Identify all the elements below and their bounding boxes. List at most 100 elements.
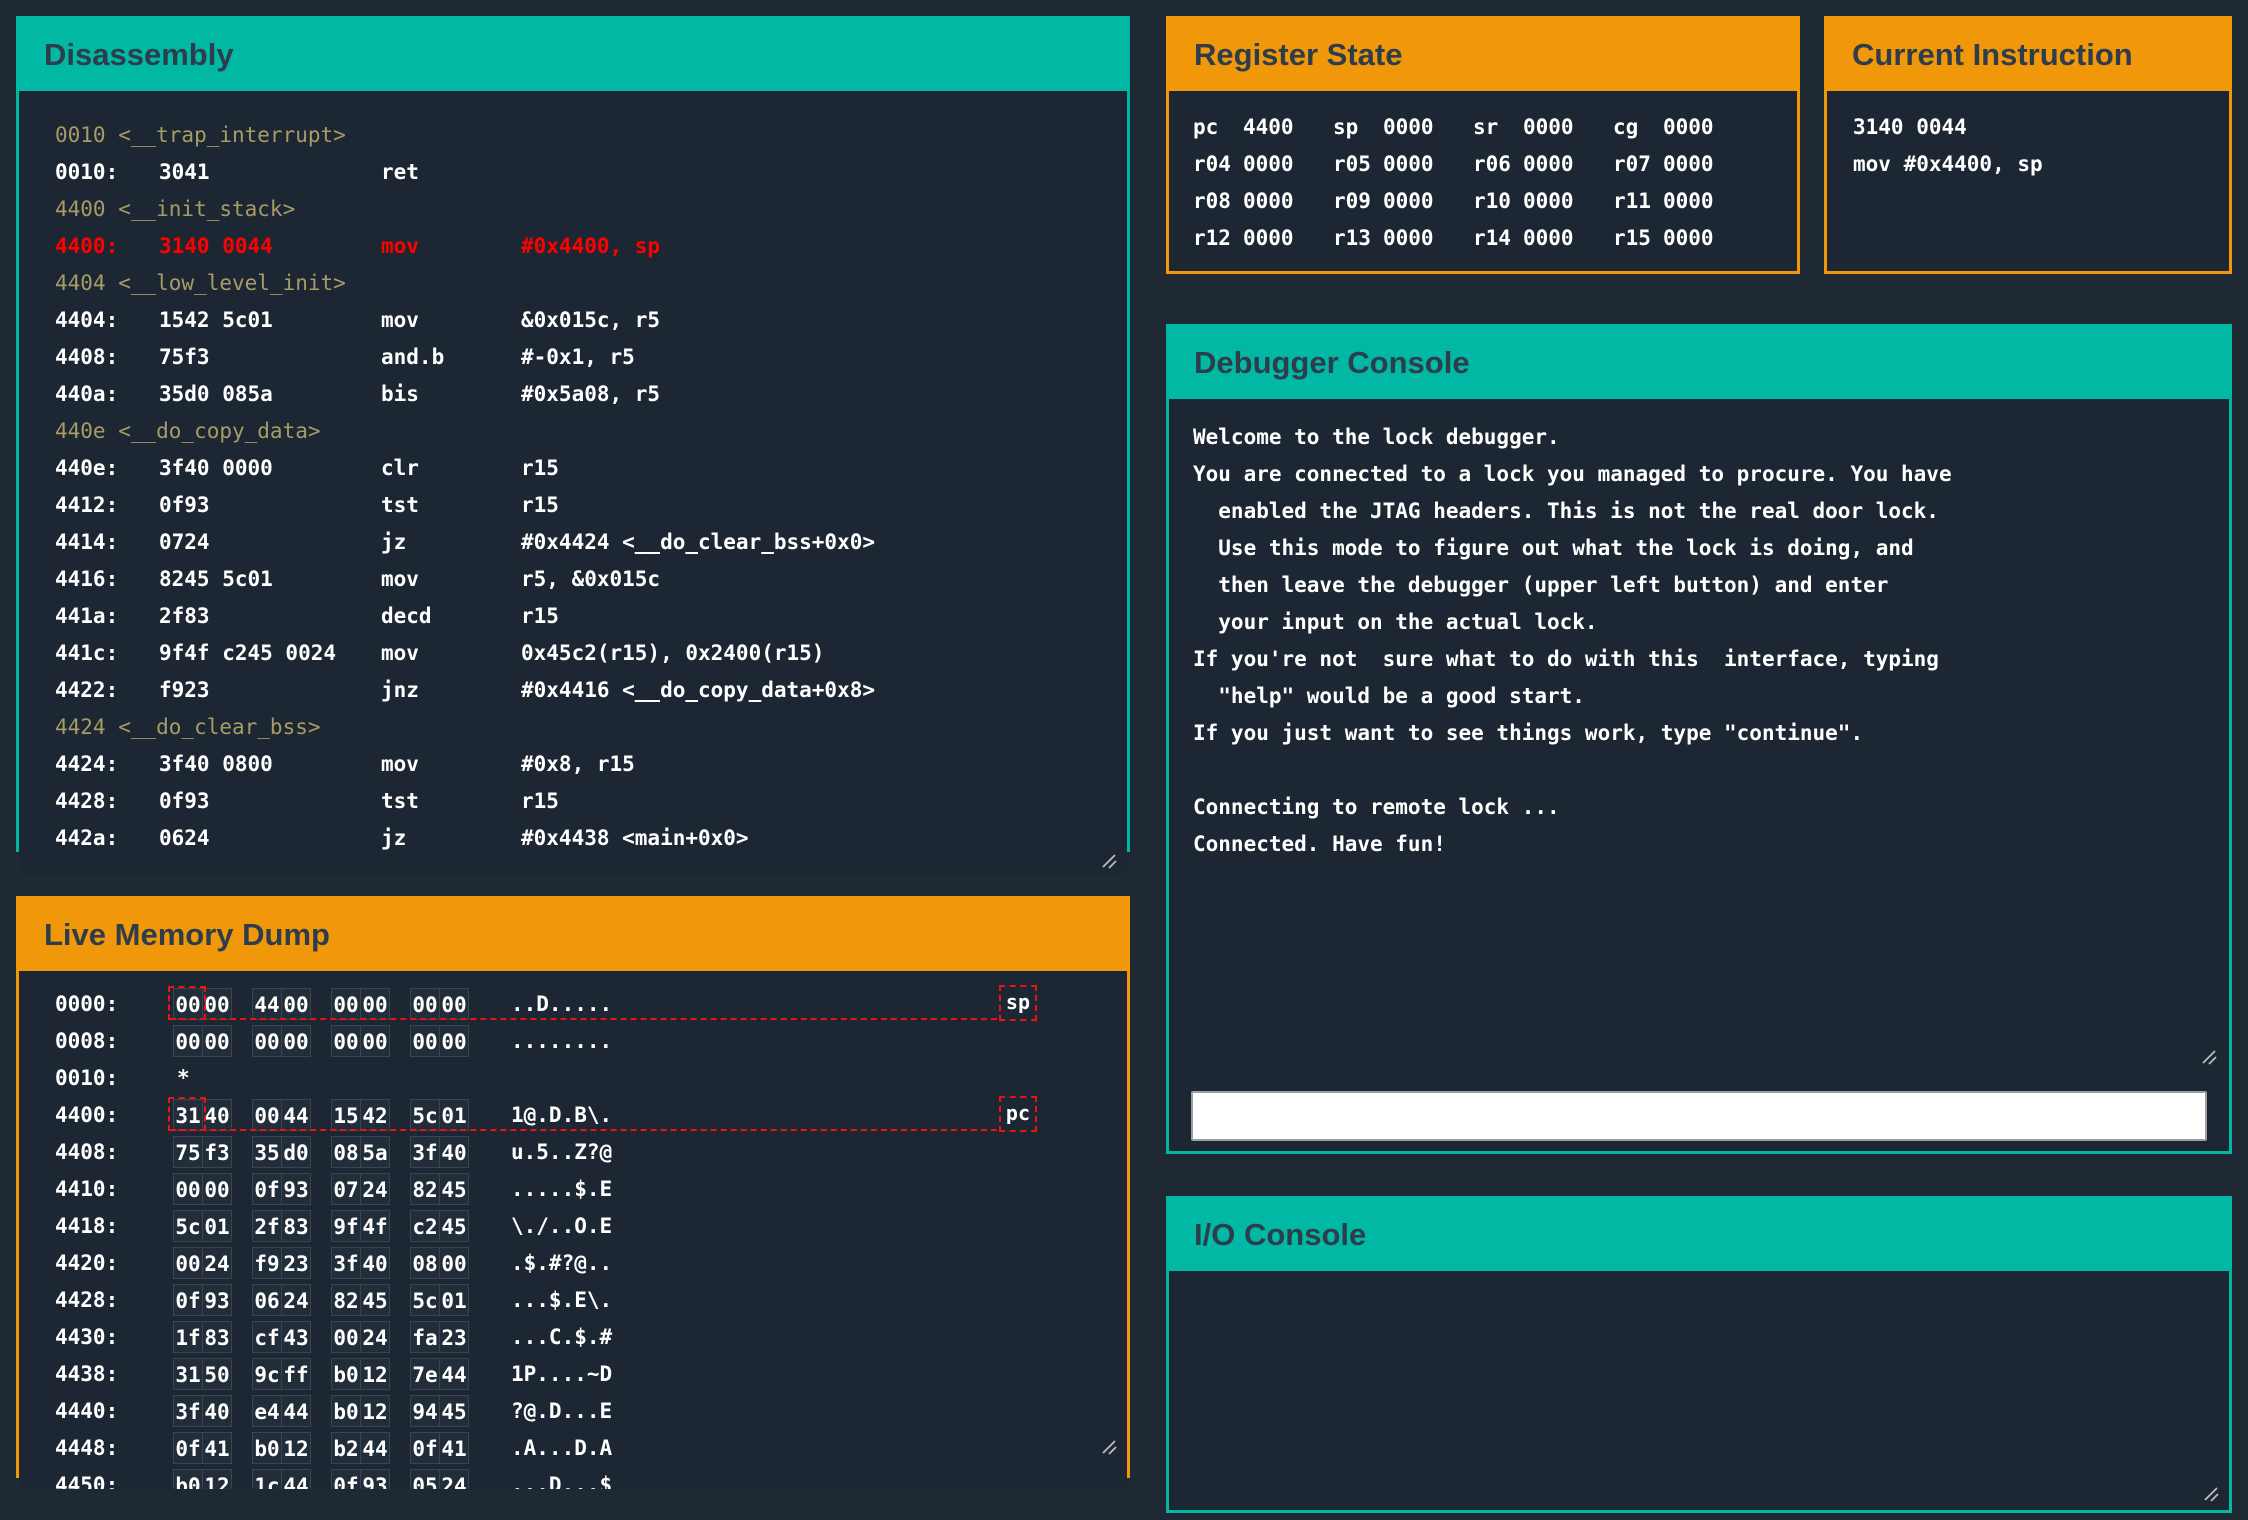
memory-word: 3f40 <box>410 1136 469 1168</box>
memory-address: 0008: <box>55 1029 159 1053</box>
instruction-bytes: 75f3 <box>159 339 381 376</box>
instruction-operands: #0x4416 <__do_copy_data+0x8> <box>521 672 1127 709</box>
register-name: cg <box>1613 109 1663 146</box>
register-state-body: pc4400sp0000sr0000cg0000r040000r050000r0… <box>1169 91 1797 271</box>
debugger-console-header: Debugger Console <box>1169 327 2229 399</box>
memory-bytes: 0024f9233f400800 <box>173 1247 489 1279</box>
memory-byte: 00 <box>360 1025 390 1057</box>
memory-word: 0000 <box>173 1025 232 1057</box>
memory-bytes: 5c012f839f4fc245 <box>173 1210 489 1242</box>
disassembly-row: 4424:3f40 0800mov#0x8, r15 <box>19 746 1127 783</box>
instruction-address: 0010: <box>55 154 159 191</box>
disassembly-row: 4428:0f93tstr15 <box>19 783 1127 820</box>
instruction-mnemonic: jz <box>381 524 521 561</box>
memory-byte: 00 <box>281 1025 311 1057</box>
memory-word: 75f3 <box>173 1136 232 1168</box>
memory-byte: 12 <box>202 1469 232 1490</box>
instruction-operands: r15 <box>521 487 1127 524</box>
memory-byte: 93 <box>360 1469 390 1490</box>
register-name: r14 <box>1473 220 1523 257</box>
instruction-address: 4400: <box>55 228 159 265</box>
memory-byte: 44 <box>281 1099 311 1131</box>
memory-byte: 00 <box>281 988 311 1020</box>
memory-word: 0f41 <box>173 1432 232 1464</box>
memory-byte: 1f <box>173 1321 203 1353</box>
register-cell: r040000 <box>1193 146 1333 183</box>
instruction-mnemonic: decd <box>381 598 521 635</box>
memory-dump-header: Live Memory Dump <box>19 899 1127 971</box>
memory-byte: 00 <box>202 1173 232 1205</box>
instruction-mnemonic: tst <box>381 487 521 524</box>
memory-row: 4420:0024f9233f400800.$.#?@.. <box>19 1244 1127 1281</box>
memory-byte: 43 <box>281 1321 311 1353</box>
memory-byte: 40 <box>439 1136 469 1168</box>
debugger-command-input[interactable] <box>1191 1091 2207 1141</box>
register-value: 0000 <box>1383 152 1434 176</box>
instruction-address: 4422: <box>55 672 159 709</box>
register-value: 0000 <box>1523 226 1574 250</box>
instruction-bytes: 3140 0044 <box>159 228 381 265</box>
disassembly-header: Disassembly <box>19 19 1127 91</box>
memory-bytes: 0f93062482455c01 <box>173 1284 489 1316</box>
memory-byte: b0 <box>331 1395 361 1427</box>
memory-byte: 3f <box>331 1247 361 1279</box>
disassembly-label: 4400 <__init_stack> <box>19 191 1127 228</box>
instruction-bytes: 3041 <box>159 154 381 191</box>
disassembly-row: 4414:0724jz#0x4424 <__do_clear_bss+0x0> <box>19 524 1127 561</box>
register-cell: r060000 <box>1473 146 1613 183</box>
memory-word: e444 <box>252 1395 311 1427</box>
memory-byte: 82 <box>410 1173 440 1205</box>
disassembly-body: 0010 <__trap_interrupt>0010:3041ret4400 … <box>19 91 1127 875</box>
memory-byte: 93 <box>202 1284 232 1316</box>
memory-row: 0010:* <box>19 1059 1127 1096</box>
instruction-bytes: 0624 <box>159 820 381 857</box>
memory-address: 4420: <box>55 1251 159 1275</box>
memory-word: b012 <box>331 1395 390 1427</box>
memory-ascii: 1P....~D <box>511 1362 612 1386</box>
resize-grip-icon[interactable] <box>2201 1484 2219 1502</box>
memory-byte: cf <box>252 1321 282 1353</box>
instruction-mnemonic: mov <box>381 302 521 339</box>
register-name: r12 <box>1193 220 1243 257</box>
io-console-title: I/O Console <box>1194 1217 1366 1253</box>
resize-grip-icon[interactable] <box>2199 1047 2217 1065</box>
register-value: 0000 <box>1663 226 1714 250</box>
disassembly-rows: 0010 <__trap_interrupt>0010:3041ret4400 … <box>19 117 1127 857</box>
memory-ascii: ...$.E\. <box>511 1288 612 1312</box>
memory-address: 4408: <box>55 1140 159 1164</box>
memory-row: 0008:0000000000000000........ <box>19 1022 1127 1059</box>
register-cell: sr0000 <box>1473 109 1613 146</box>
memory-word: 3f40 <box>331 1247 390 1279</box>
memory-byte: 5c <box>410 1099 440 1131</box>
memory-word: 085a <box>331 1136 390 1168</box>
memory-ascii: ........ <box>511 1029 612 1053</box>
memory-word: 0f41 <box>410 1432 469 1464</box>
memory-byte: d0 <box>281 1136 311 1168</box>
memory-bytes: 75f335d0085a3f40 <box>173 1136 489 1168</box>
instruction-operands <box>521 154 1127 191</box>
memory-dump-title: Live Memory Dump <box>44 917 330 953</box>
memory-row: 4440:3f40e444b0129445?@.D...E <box>19 1392 1127 1429</box>
register-name: r06 <box>1473 146 1523 183</box>
memory-address: 4410: <box>55 1177 159 1201</box>
instruction-operands: r15 <box>521 783 1127 820</box>
memory-word: 3150 <box>173 1358 232 1390</box>
register-value: 4400 <box>1243 115 1294 139</box>
debugger-console-body: Welcome to the lock debugger. You are co… <box>1169 399 2229 1151</box>
register-name: r11 <box>1613 183 1663 220</box>
memory-byte: 24 <box>360 1321 390 1353</box>
memory-bytes: 0000000000000000 <box>173 1025 489 1057</box>
resize-grip-icon[interactable] <box>1099 851 1117 869</box>
memory-byte: b0 <box>331 1358 361 1390</box>
instruction-address: 4408: <box>55 339 159 376</box>
memory-word: cf43 <box>252 1321 311 1353</box>
resize-grip-icon[interactable] <box>1099 1437 1117 1455</box>
register-name: r09 <box>1333 183 1383 220</box>
memory-byte: 5c <box>173 1210 203 1242</box>
register-cell: pc4400 <box>1193 109 1333 146</box>
instruction-bytes: 0f93 <box>159 487 381 524</box>
memory-byte: 31 <box>173 1358 203 1390</box>
memory-word: b244 <box>331 1432 390 1464</box>
instruction-operands: r15 <box>521 450 1127 487</box>
memory-word: b012 <box>331 1358 390 1390</box>
